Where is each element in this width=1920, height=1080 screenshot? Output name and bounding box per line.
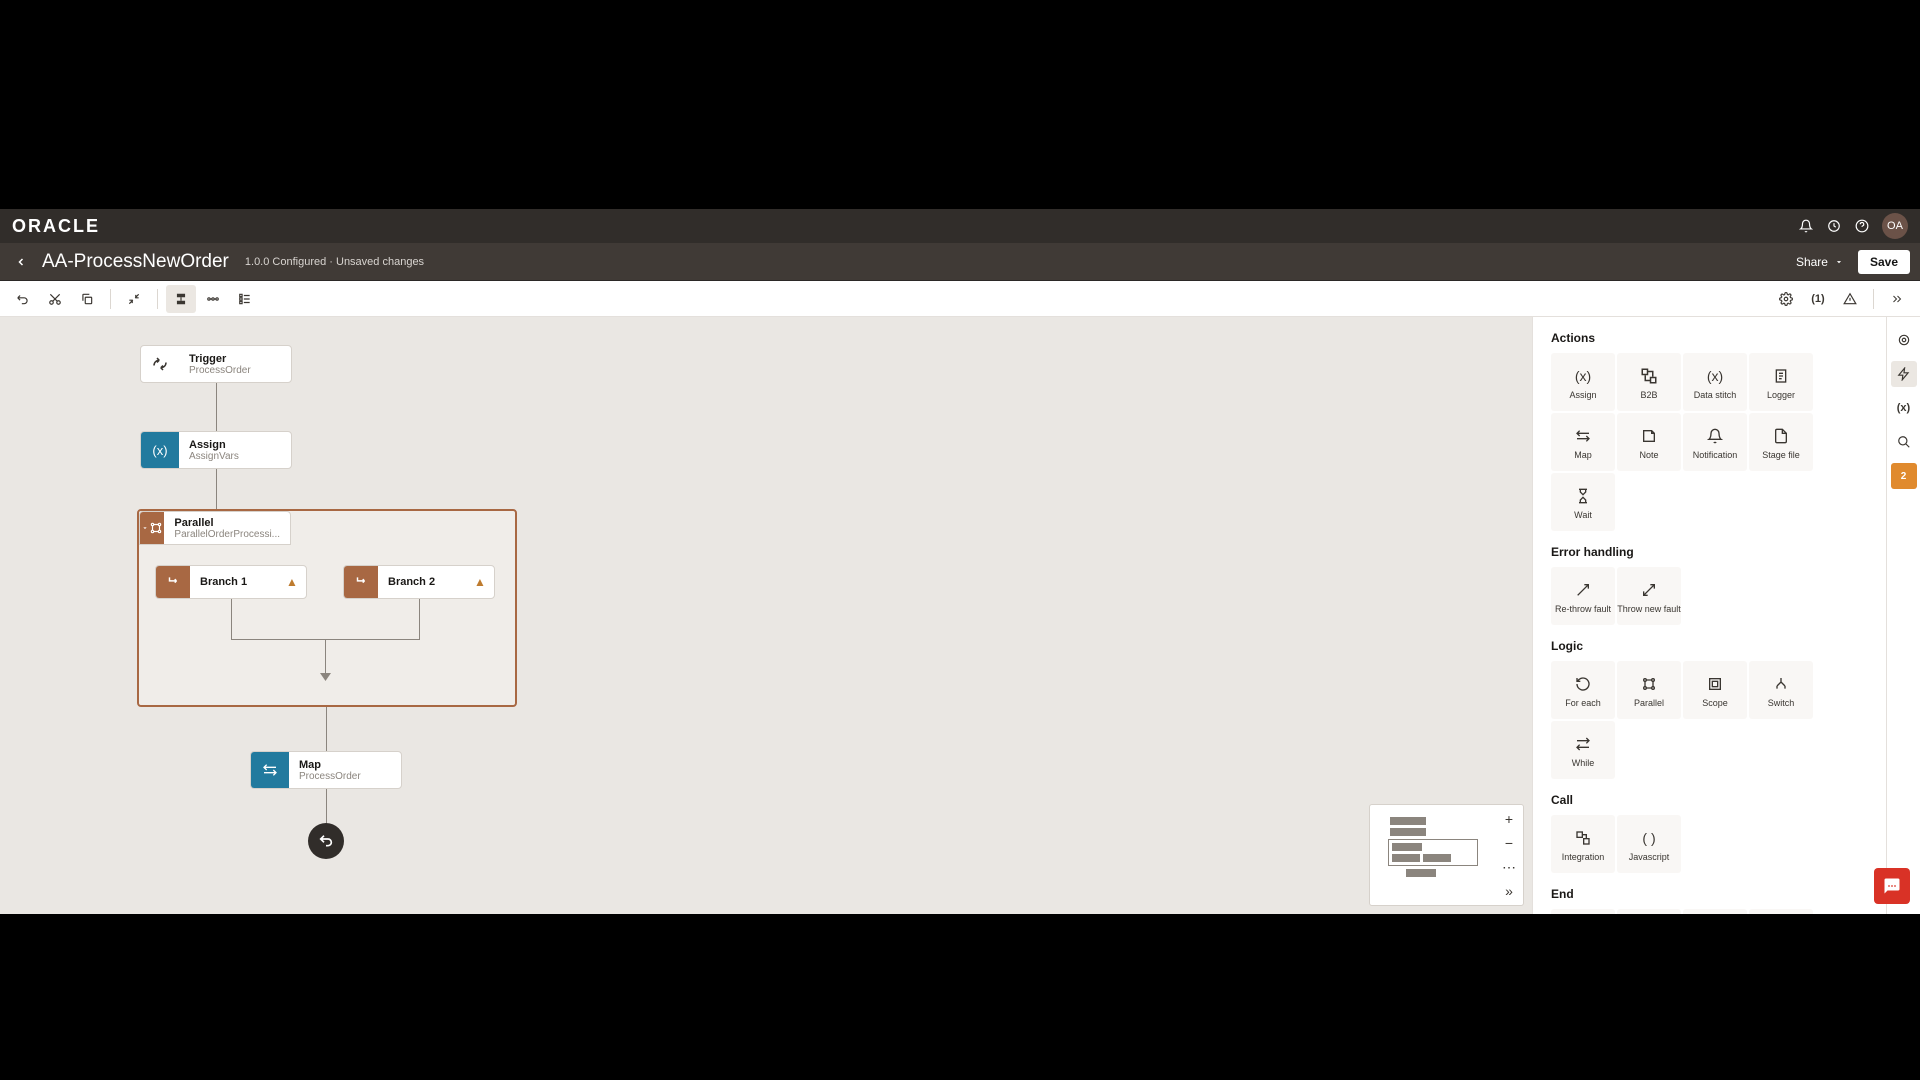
node-branch-2[interactable]: Branch 2 ▲ (343, 565, 495, 599)
section-title: Call (1551, 793, 1868, 807)
node-trigger[interactable]: TriggerProcessOrder (140, 345, 292, 383)
warning-icon: ▲ (474, 575, 494, 589)
palette-item-stop[interactable]: Stop (1749, 909, 1813, 914)
layout-vertical-button[interactable] (166, 285, 196, 313)
palette-item-integration[interactable]: Integration (1551, 815, 1615, 873)
trigger-icon (141, 346, 179, 382)
node-map[interactable]: MapProcessOrder (250, 751, 402, 789)
parallel-icon (1641, 672, 1657, 696)
file-icon (1773, 424, 1789, 448)
palette-item-scope[interactable]: Scope (1683, 661, 1747, 719)
b2b-icon (1640, 364, 1658, 388)
palette-item-javascript[interactable]: ( )Javascript (1617, 815, 1681, 873)
layout-list-button[interactable] (230, 285, 260, 313)
rethrow-icon (1575, 578, 1591, 602)
avatar[interactable]: OA (1882, 213, 1908, 239)
palette-item-for-each[interactable]: For each (1551, 661, 1615, 719)
canvas[interactable]: TriggerProcessOrder (x) AssignAssignVars… (0, 317, 1532, 914)
logger-icon (1773, 364, 1789, 388)
palette-item-stage-file[interactable]: Stage file (1749, 413, 1813, 471)
warning-icon: ▲ (286, 575, 306, 589)
branch-icon (344, 566, 378, 598)
error-count-badge[interactable]: 2 (1891, 463, 1917, 489)
cut-button[interactable] (40, 285, 70, 313)
collapse-button[interactable] (119, 285, 149, 313)
parallel-icon (140, 512, 164, 544)
palette-item-map[interactable]: Map (1551, 413, 1615, 471)
palette-item-parallel[interactable]: Parallel (1617, 661, 1681, 719)
palette-item-notification[interactable]: Notification (1683, 413, 1747, 471)
node-branch-1[interactable]: Branch 1 ▲ (155, 565, 307, 599)
copy-button[interactable] (72, 285, 102, 313)
section-title: Logic (1551, 639, 1868, 653)
assign-icon: (x) (141, 432, 179, 468)
scope-icon (1707, 672, 1723, 696)
branch-icon (156, 566, 190, 598)
note-icon (1641, 424, 1657, 448)
actions-tab-icon[interactable] (1891, 361, 1917, 387)
palette-item-data-stitch[interactable]: (x)Data stitch (1683, 353, 1747, 411)
share-button[interactable]: Share (1796, 255, 1844, 269)
search-icon[interactable] (1891, 429, 1917, 455)
wait-icon (1575, 484, 1591, 508)
switch-icon (1773, 672, 1789, 696)
while-icon (1575, 732, 1591, 756)
layout-horizontal-button[interactable] (198, 285, 228, 313)
notification-icon (1707, 424, 1723, 448)
foreach-icon (1575, 672, 1591, 696)
palette-item-wait[interactable]: Wait (1551, 473, 1615, 531)
global-header: ORACLE OA (0, 209, 1920, 243)
section-title: Actions (1551, 331, 1868, 345)
warning-icon[interactable] (1835, 285, 1865, 313)
throw-icon (1641, 578, 1657, 602)
section-title: Error handling (1551, 545, 1868, 559)
palette-item-return[interactable]: Return (1683, 909, 1747, 914)
page-title: AA-ProcessNewOrder (42, 251, 229, 273)
minimap[interactable]: + − ⋯ » (1369, 804, 1524, 906)
target-icon[interactable] (1891, 327, 1917, 353)
integration-icon (1575, 826, 1591, 850)
bell-icon[interactable] (1792, 212, 1820, 240)
actions-palette: Actions (x)AssignB2B(x)Data stitchLogger… (1532, 317, 1886, 914)
palette-item-callback[interactable]: Callback (1551, 909, 1615, 914)
save-button[interactable]: Save (1858, 250, 1910, 274)
page-status: 1.0.0 Configured · Unsaved changes (245, 256, 424, 268)
node-end[interactable] (308, 823, 344, 859)
map-icon (1575, 424, 1591, 448)
palette-item-logger[interactable]: Logger (1749, 353, 1813, 411)
back-button[interactable] (10, 251, 32, 273)
zoom-out-button[interactable]: − (1499, 833, 1519, 853)
zoom-in-button[interactable]: + (1499, 809, 1519, 829)
more-button[interactable]: ⋯ (1499, 857, 1519, 877)
help-icon[interactable] (1848, 212, 1876, 240)
node-assign[interactable]: (x) AssignAssignVars (140, 431, 292, 469)
palette-item-fault-return[interactable]: Fault return (1617, 909, 1681, 914)
expand-button[interactable]: » (1499, 881, 1519, 901)
variable-count-icon[interactable]: (1) (1803, 285, 1833, 313)
toolbar: (1) (0, 281, 1920, 317)
collapse-panel-button[interactable] (1882, 285, 1912, 313)
palette-item-note[interactable]: Note (1617, 413, 1681, 471)
stitch-icon: (x) (1707, 364, 1723, 388)
side-tabs: (x) 2 (1886, 317, 1920, 914)
palette-item-switch[interactable]: Switch (1749, 661, 1813, 719)
section-title: End (1551, 887, 1868, 901)
palette-item-throw-new-fault[interactable]: Throw new fault (1617, 567, 1681, 625)
gear-icon[interactable] (1771, 285, 1801, 313)
brand-logo: ORACLE (12, 216, 100, 237)
palette-item-assign[interactable]: (x)Assign (1551, 353, 1615, 411)
undo-button[interactable] (8, 285, 38, 313)
palette-item-while[interactable]: While (1551, 721, 1615, 779)
variable-icon: (x) (1575, 364, 1591, 388)
node-parallel[interactable]: ParallelParallelOrderProcessi... Branch … (137, 509, 517, 707)
refresh-icon[interactable] (1820, 212, 1848, 240)
chat-button[interactable] (1874, 868, 1910, 904)
page-header: AA-ProcessNewOrder 1.0.0 Configured · Un… (0, 243, 1920, 281)
palette-item-re-throw-fault[interactable]: Re-throw fault (1551, 567, 1615, 625)
map-icon (251, 752, 289, 788)
javascript-icon: ( ) (1642, 826, 1655, 850)
palette-item-b2b[interactable]: B2B (1617, 353, 1681, 411)
variable-tab-icon[interactable]: (x) (1891, 395, 1917, 421)
